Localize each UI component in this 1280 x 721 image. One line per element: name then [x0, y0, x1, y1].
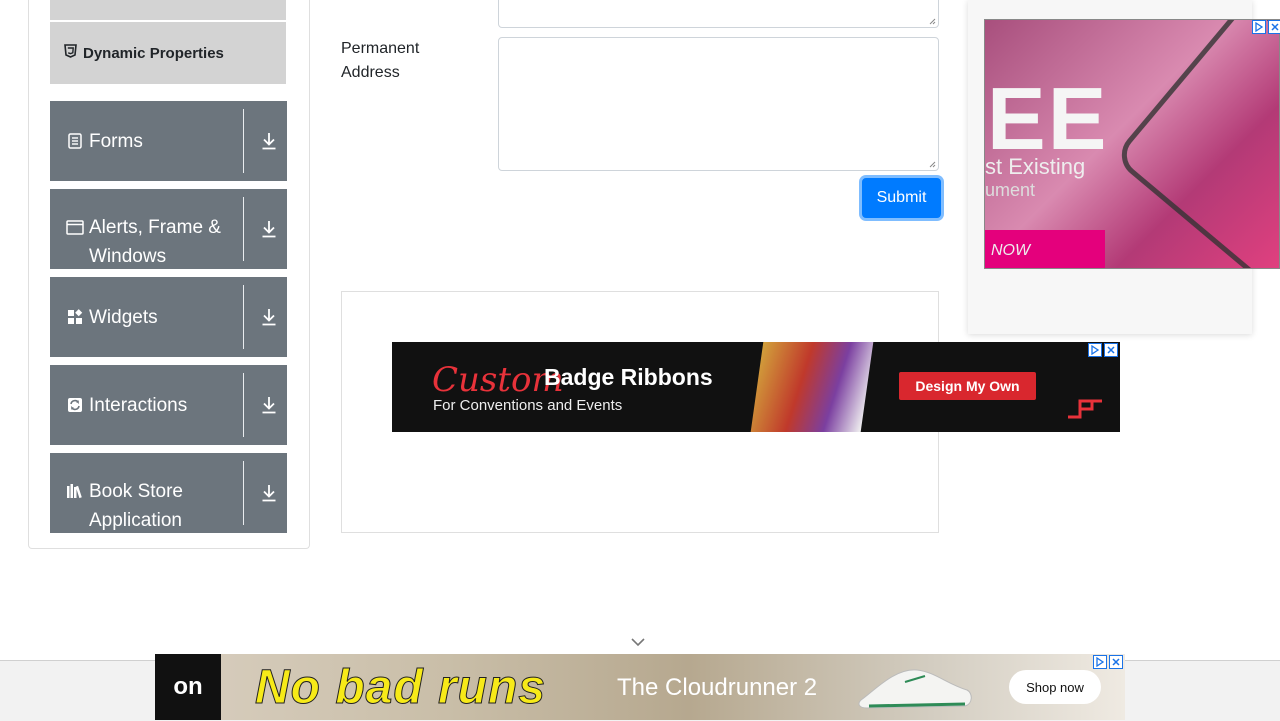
sidebar-group-widgets[interactable]: Widgets — [50, 277, 287, 357]
divider — [243, 109, 244, 173]
submit-button[interactable]: Submit — [862, 178, 941, 218]
sidebar-group-label: Forms — [89, 130, 143, 152]
ad-tagline: For Conventions and Events — [433, 397, 623, 414]
sidebar-group-header: Interactions — [66, 365, 243, 445]
html5-shield-icon — [64, 44, 77, 62]
ad-headline: No bad runs — [254, 661, 547, 715]
ad-product-name: The Cloudrunner 2 — [617, 674, 818, 701]
ad-text-line: ument — [985, 180, 1036, 200]
adchoices-icon[interactable] — [1088, 343, 1102, 357]
sidebar-group-header: Book Store Application — [66, 453, 243, 533]
window-icon — [66, 218, 84, 236]
shoe-image — [858, 669, 972, 709]
divider — [243, 197, 244, 261]
divider — [243, 461, 244, 525]
close-icon[interactable] — [1268, 20, 1280, 34]
sidebar-group-label: Interactions — [89, 394, 188, 416]
sidebar-group-interactions[interactable]: Interactions — [50, 365, 287, 445]
sidebar-sub-item-dynamic-properties[interactable]: Dynamic Properties — [50, 22, 286, 84]
ad-text-line: NOW — [991, 242, 1031, 259]
bottom-ad-banner[interactable]: on No bad runs The Cloudrunner 2 Shop no… — [155, 654, 1125, 720]
adchoices-icon[interactable] — [1093, 655, 1107, 669]
ad-brand-logo: on — [155, 654, 221, 720]
divider — [243, 285, 244, 349]
sidebar-group-label: Book Store Application — [89, 481, 183, 531]
sidebar-group-forms[interactable]: Forms — [50, 101, 287, 181]
ad-device-graphic — [1112, 20, 1279, 268]
right-ad-banner[interactable]: EE st Existing ument NOW — [984, 19, 1280, 269]
close-icon[interactable] — [1109, 655, 1123, 669]
expand-download-icon[interactable] — [259, 189, 279, 269]
ad-controls — [1088, 343, 1118, 357]
forms-icon — [66, 132, 84, 150]
adchoices-icon[interactable] — [1252, 20, 1266, 34]
books-icon — [66, 482, 84, 500]
ad-cta-button[interactable]: Shop now — [1009, 670, 1101, 704]
divider — [243, 373, 244, 437]
ad-controls — [1252, 20, 1280, 34]
resize-grip-icon[interactable] — [928, 17, 936, 25]
sidebar-group-alerts-frame-windows[interactable]: Alerts, Frame & Windows — [50, 189, 287, 269]
sidebar-group-header: Alerts, Frame & Windows — [66, 189, 243, 269]
middle-ad-banner[interactable]: Custom Badge Ribbons For Conventions and… — [392, 342, 1120, 432]
permanent-address-label: Permanent Address — [341, 40, 420, 81]
ad-headline: Badge Ribbons — [544, 364, 713, 390]
permanent-address-textarea[interactable] — [498, 37, 939, 171]
sidebar-group-header: Widgets — [66, 277, 243, 357]
interactions-icon — [66, 396, 84, 414]
ad-controls — [1093, 655, 1123, 669]
sidebar-group-label: Widgets — [89, 306, 158, 328]
sidebar-sub-item-label: Dynamic Properties — [83, 44, 224, 62]
expand-download-icon[interactable] — [259, 101, 279, 181]
expand-download-icon[interactable] — [259, 365, 279, 445]
ad-text-line: st Existing — [985, 154, 1086, 179]
ad-ribbon-graphic — [750, 342, 874, 432]
ad-cta-button[interactable]: Design My Own — [899, 372, 1036, 400]
sidebar-sub-item-previous[interactable] — [50, 0, 286, 22]
expand-download-icon[interactable] — [259, 277, 279, 357]
resize-grip-icon[interactable] — [928, 160, 936, 168]
sidebar-group-header: Forms — [66, 101, 243, 181]
ad-logo-icon — [1068, 399, 1102, 419]
widgets-icon — [66, 308, 84, 326]
sidebar-group-book-store-application[interactable]: Book Store Application — [50, 453, 287, 533]
current-address-textarea[interactable] — [498, 0, 939, 28]
expand-download-icon[interactable] — [259, 453, 279, 533]
close-icon[interactable] — [1104, 343, 1118, 357]
chevron-down-icon[interactable] — [629, 636, 647, 648]
sidebar-group-label: Alerts, Frame & Windows — [89, 217, 221, 267]
